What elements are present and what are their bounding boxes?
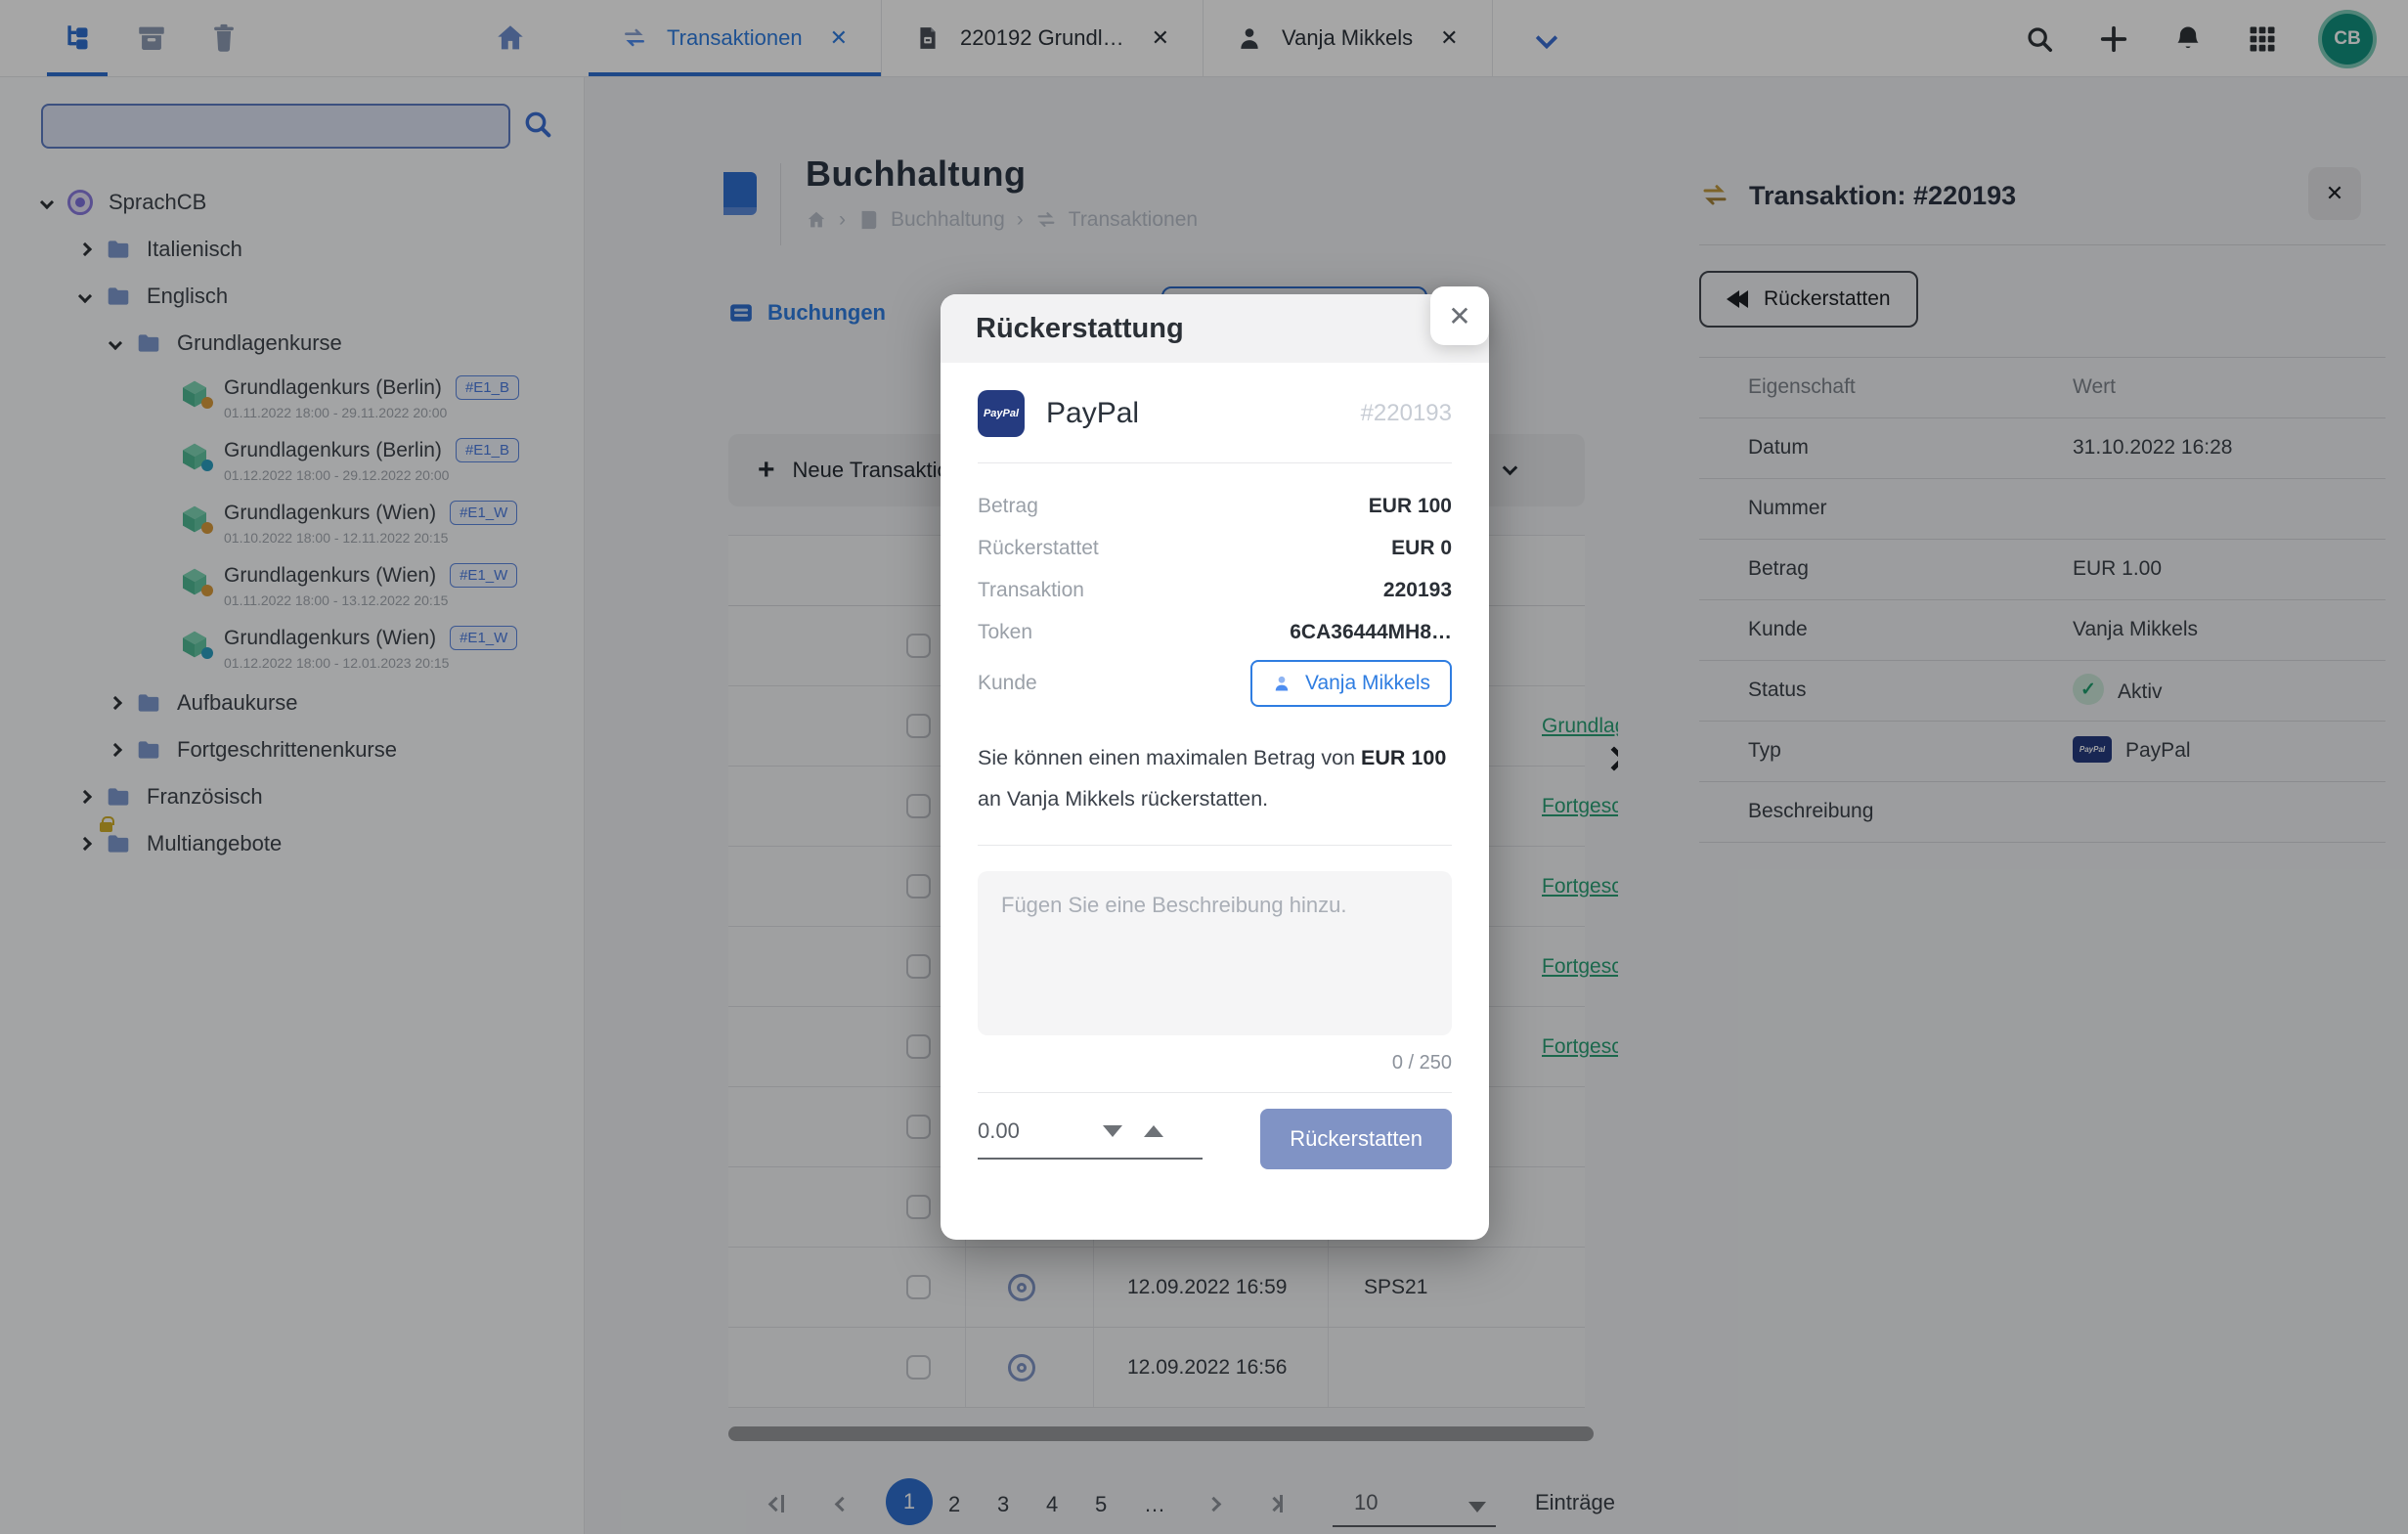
field-betrag: Betrag EUR 100 <box>978 485 1452 527</box>
paypal-logo-icon: PayPal <box>978 390 1025 437</box>
provider-row: PayPal PayPal #220193 <box>978 390 1452 437</box>
max-refund-note: Sie können einen maximalen Betrag von EU… <box>978 737 1452 819</box>
person-icon <box>1272 674 1292 693</box>
button-label: Vanja Mikkels <box>1305 672 1430 695</box>
customer-button[interactable]: Vanja Mikkels <box>1250 660 1452 707</box>
field-rueckerstattet: Rückerstattet EUR 0 <box>978 527 1452 569</box>
modal-close-button[interactable]: ✕ <box>1430 286 1489 345</box>
app-root: Transaktionen ✕ 220192 Grundl… ✕ Vanja M… <box>0 0 2408 1534</box>
modal-title: Rückerstattung <box>941 294 1489 363</box>
field-kunde: Kunde Vanja Mikkels <box>978 653 1452 714</box>
field-transaktion: Transaktion 220193 <box>978 569 1452 611</box>
provider-name: PayPal <box>1046 397 1139 430</box>
refund-submit-button[interactable]: Rückerstatten <box>1260 1109 1452 1169</box>
description-textarea[interactable] <box>978 871 1452 1035</box>
decrement-icon[interactable] <box>1103 1125 1122 1137</box>
close-icon: ✕ <box>1448 300 1470 332</box>
divider <box>978 462 1452 463</box>
field-token: Token 6CA36444MH8… <box>978 611 1452 653</box>
increment-icon[interactable] <box>1144 1125 1163 1137</box>
transaction-reference: #220193 <box>1361 400 1452 427</box>
refund-modal: ✕ Rückerstattung PayPal PayPal #220193 B… <box>941 294 1489 1240</box>
divider <box>978 845 1452 846</box>
divider <box>978 1092 1452 1093</box>
amount-input[interactable] <box>978 1118 1085 1144</box>
amount-stepper <box>978 1118 1203 1160</box>
char-counter: 0 / 250 <box>978 1052 1452 1074</box>
